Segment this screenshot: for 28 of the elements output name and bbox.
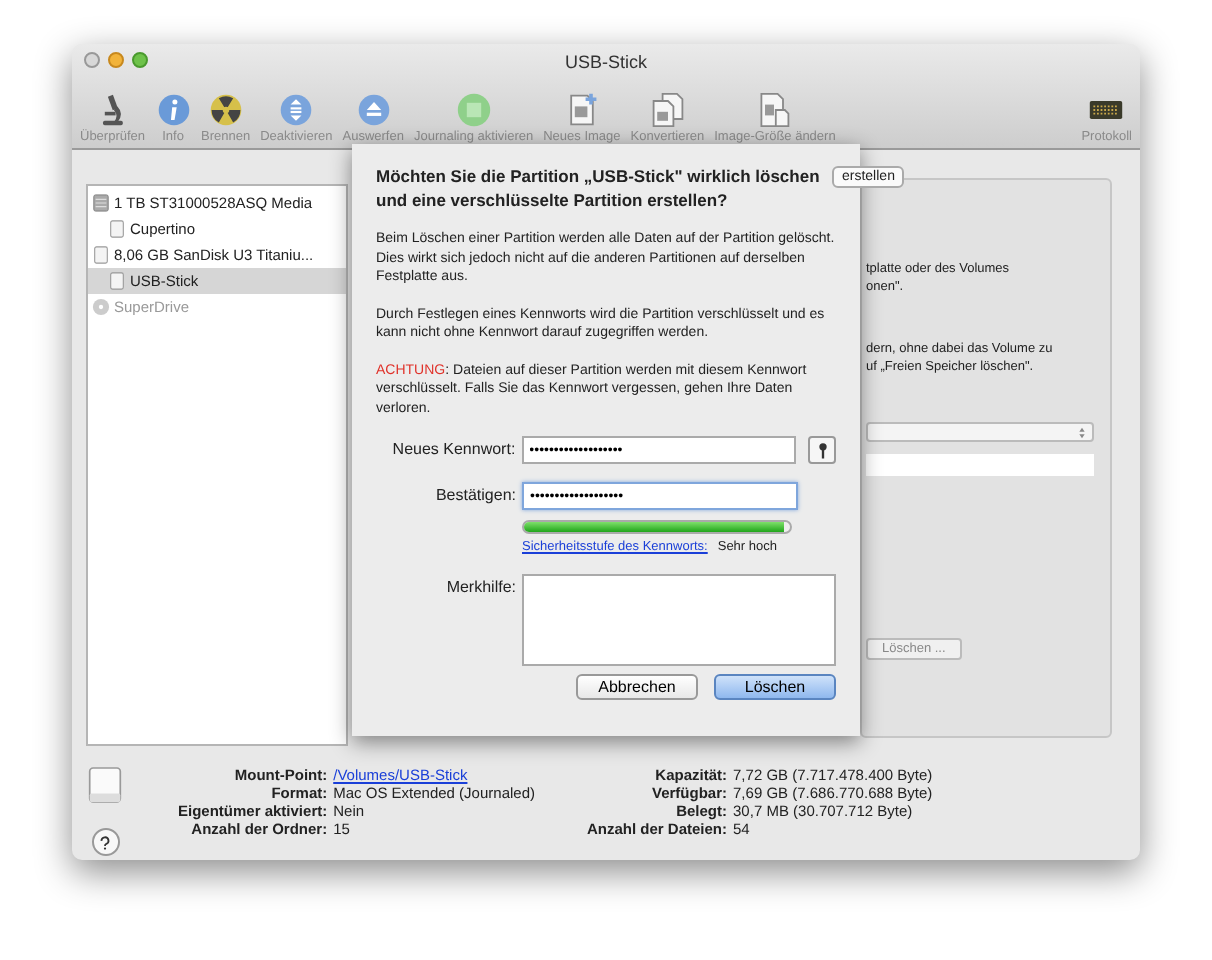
name-field[interactable] (866, 454, 1094, 476)
hard-drive-icon (92, 194, 110, 212)
info-icon (155, 92, 192, 128)
window-title: USB-Stick (564, 51, 647, 71)
close-button[interactable] (84, 52, 100, 68)
field-label: Bestätigen: (433, 484, 516, 508)
documents-icon (756, 92, 793, 128)
hint-field[interactable] (522, 574, 836, 666)
key-icon (817, 441, 828, 459)
disc-icon (92, 298, 110, 316)
drive-icon (88, 766, 122, 804)
help-button[interactable] (91, 828, 119, 856)
format-dropdown[interactable] (866, 422, 1094, 442)
stepper-icon (1078, 425, 1086, 439)
dialog-button[interactable]: Löschen (714, 674, 836, 700)
field-label: Merkhilfe: (444, 576, 516, 600)
dialog-button[interactable]: Abbrechen (576, 674, 698, 700)
eject-icon (355, 92, 392, 128)
zoom-button[interactable] (132, 52, 148, 68)
journal-icon (455, 92, 492, 128)
key-button[interactable] (808, 436, 836, 464)
field-label: Neues Kennwort: (390, 438, 516, 462)
question-mark-icon (98, 833, 112, 851)
dialog-title: Möchten Sie die Partition „USB-Stick" wirklich löschen und eine verschlüsselte Partition erstellen? (376, 164, 822, 212)
documents-icon (649, 92, 686, 128)
unmount-icon (278, 92, 315, 128)
minimize-button[interactable] (108, 52, 124, 68)
radiation-icon (207, 92, 244, 128)
